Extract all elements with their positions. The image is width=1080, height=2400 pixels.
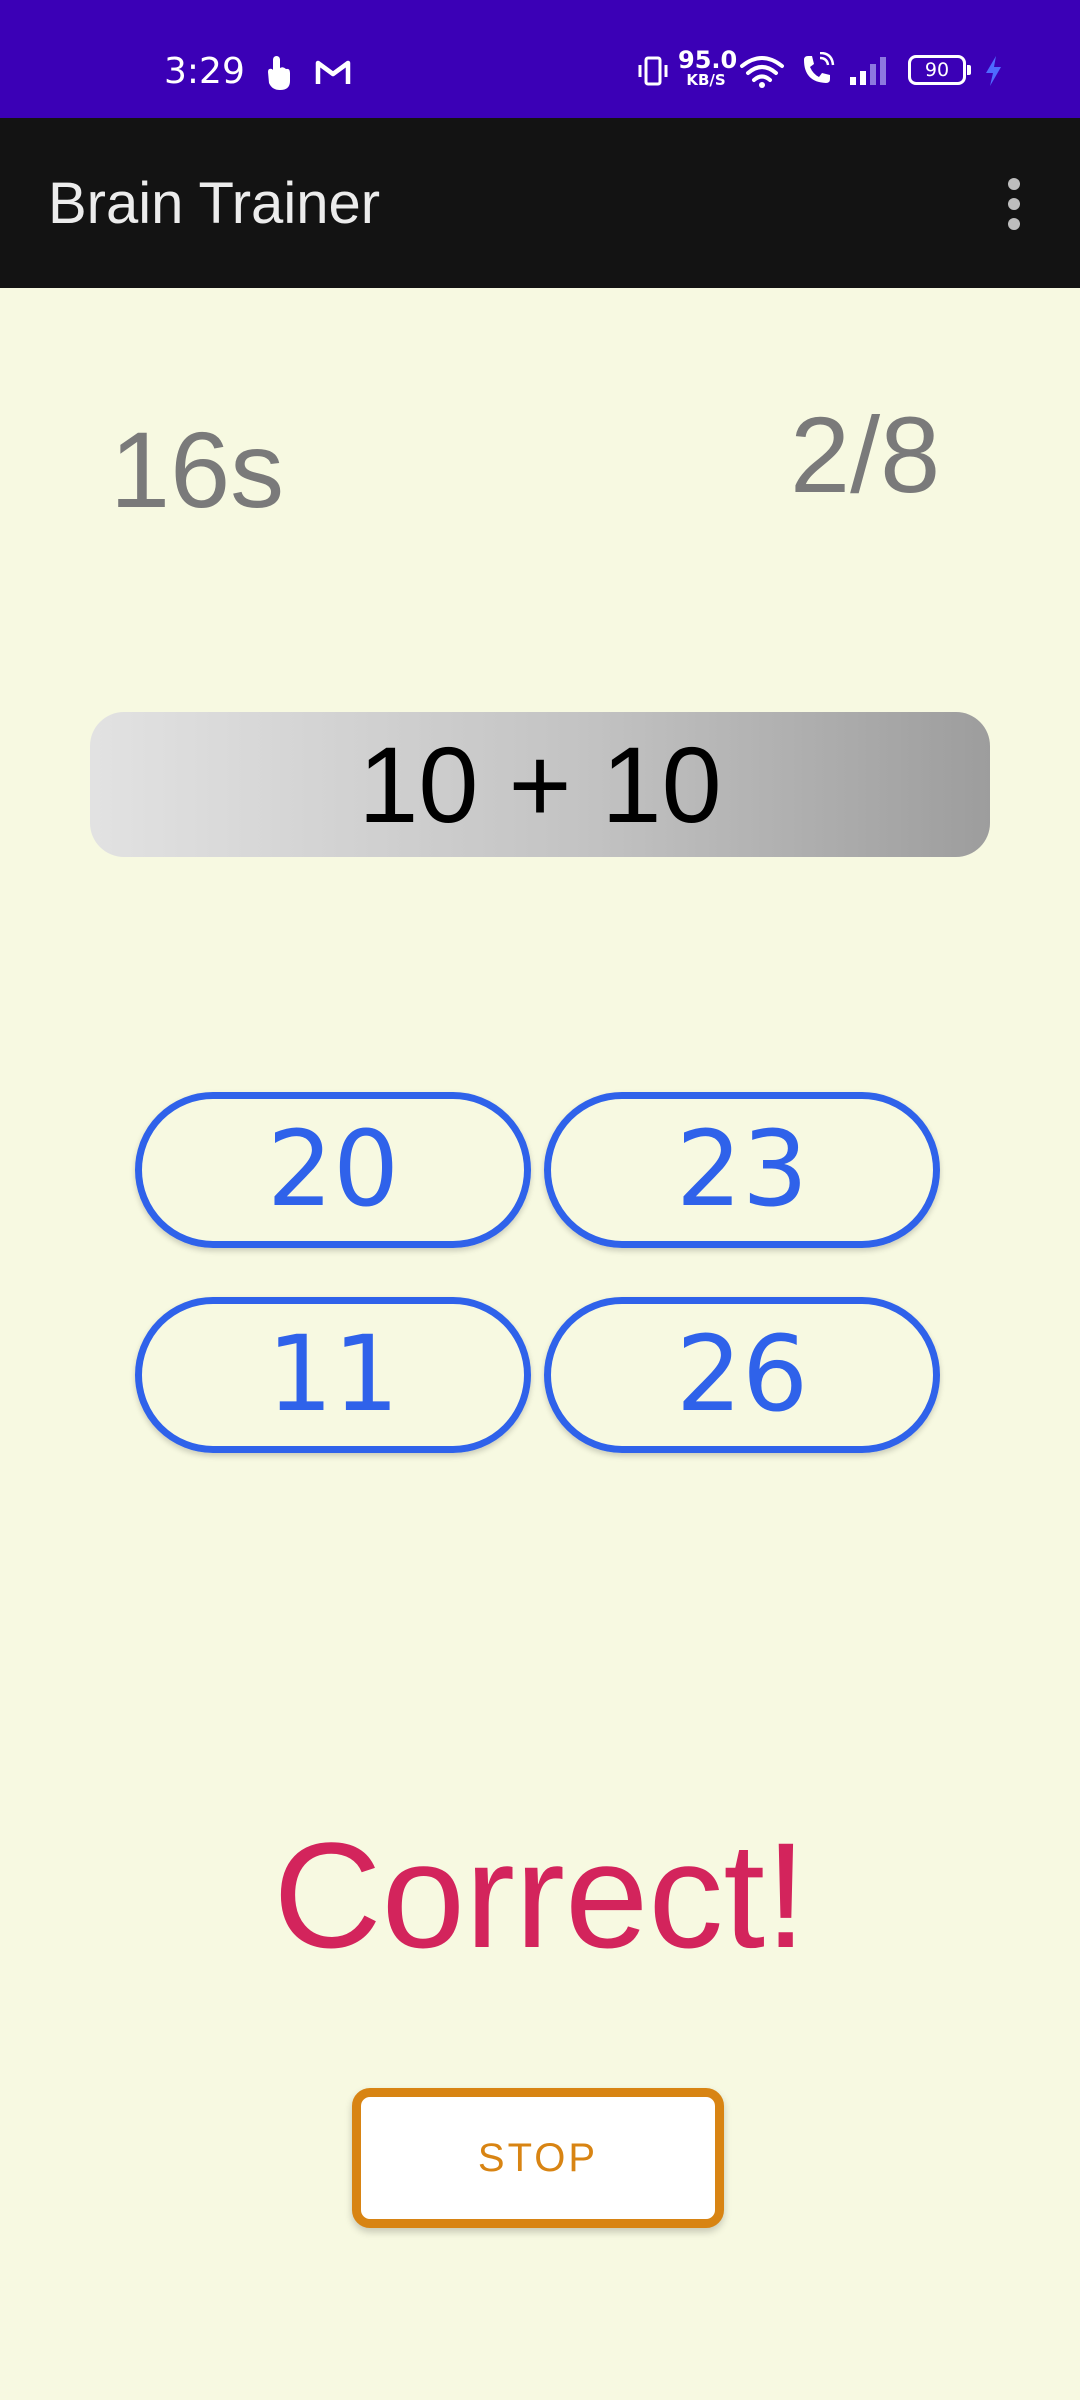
charging-icon xyxy=(986,56,1001,86)
answer-button-3[interactable]: 11 xyxy=(135,1297,531,1453)
touch-icon xyxy=(268,56,290,90)
wifi-icon xyxy=(740,56,784,88)
gmail-icon xyxy=(315,60,351,84)
timer-display: 16s xyxy=(110,409,285,530)
status-bar: 3:29 95.0 KB/S 90 xyxy=(0,0,1080,118)
stop-button[interactable]: STOP xyxy=(352,2088,724,2228)
more-vert-icon[interactable] xyxy=(994,174,1034,234)
network-speed: 95.0 KB/S xyxy=(678,46,738,89)
vibrate-icon xyxy=(638,56,668,86)
status-time: 3:29 xyxy=(164,51,245,92)
result-message: Correct! xyxy=(273,1811,807,1979)
answer-button-4[interactable]: 26 xyxy=(544,1297,940,1453)
answer-button-1[interactable]: 20 xyxy=(135,1092,531,1248)
network-speed-value: 95.0 xyxy=(678,46,738,74)
answer-button-2[interactable]: 23 xyxy=(544,1092,940,1248)
score-display: 2/8 xyxy=(790,394,941,515)
app-bar: Brain Trainer xyxy=(0,118,1080,288)
wifi-call-icon xyxy=(804,52,835,83)
question-display: 10 + 10 xyxy=(90,712,990,857)
battery-level: 90 xyxy=(924,59,950,81)
network-speed-unit: KB/S xyxy=(686,71,726,89)
signal-icon xyxy=(850,57,886,85)
battery-icon: 90 xyxy=(908,55,971,85)
app-title: Brain Trainer xyxy=(48,171,381,236)
